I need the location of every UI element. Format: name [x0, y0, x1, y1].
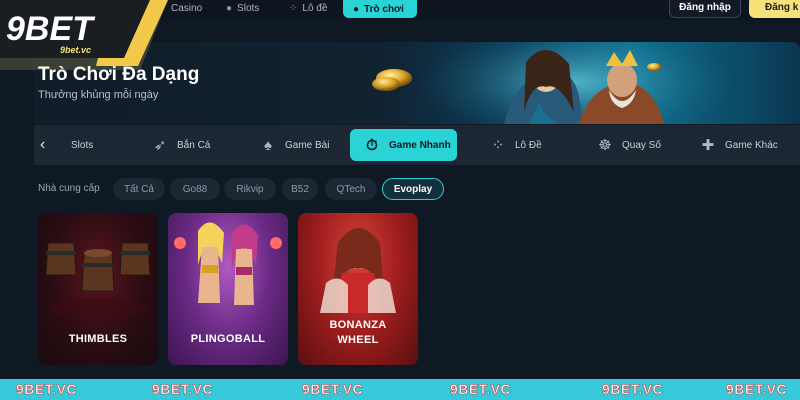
category-lode[interactable]: ⁘ Lô Đề: [488, 125, 542, 165]
provider-chip-rikvip[interactable]: Rikvip: [224, 178, 276, 200]
game-card-plingoball[interactable]: PLINGOBALL: [168, 213, 288, 365]
page-subtitle: Thưởng khủng mỗi ngày: [38, 89, 159, 101]
chevron-left-icon: ‹: [40, 136, 46, 153]
game-icon: ●: [353, 3, 360, 15]
watermark-text: 9BET.VC: [602, 381, 664, 398]
lottery-icon: ⁘: [289, 2, 298, 14]
watermark-text: 9BET.VC: [726, 381, 788, 398]
game-title-bonanza: BONANZA: [329, 319, 387, 331]
game-title-wheel: WHEEL: [337, 334, 379, 346]
nav-lode[interactable]: ⁘ Lô đề: [289, 0, 327, 16]
slots-icon: ●: [226, 2, 233, 14]
watermark-text: 9BET.VC: [450, 381, 512, 398]
provider-chip-go88[interactable]: Go88: [170, 178, 220, 200]
category-banca-label: Bắn Cá: [177, 139, 211, 151]
nav-trochoi-label: Trò chơi: [364, 3, 404, 15]
category-prev-button[interactable]: ‹: [40, 125, 45, 165]
game-card-bonanza-wheel[interactable]: BONANZA WHEEL: [298, 213, 418, 365]
watermark-text: 9BET.VC: [152, 381, 214, 398]
coin-icon: [647, 63, 661, 71]
wheel-icon: ☸: [598, 137, 612, 154]
nav-slots[interactable]: ● Slots: [226, 0, 259, 16]
logo-subtext: 9bet.vc: [60, 45, 91, 55]
logo[interactable]: 9BET 9bet.vc: [0, 0, 168, 70]
fish-icon: ➶: [153, 137, 167, 154]
category-gamekhac[interactable]: ✚ Game Khác: [698, 125, 778, 165]
provider-chip-all[interactable]: Tất Cả: [113, 178, 165, 200]
provider-chip-qtech[interactable]: QTech: [325, 178, 377, 200]
provider-chip-evoplay[interactable]: Evoplay: [382, 178, 444, 200]
category-gamenhanh[interactable]: ⏱ Game Nhanh: [350, 129, 457, 161]
game-title-thimbles: THIMBLES: [68, 333, 128, 345]
nav-casino-label: Casino: [171, 2, 203, 14]
stopwatch-icon: ⏱: [366, 136, 378, 154]
category-quayso-label: Quay Số: [622, 139, 661, 151]
category-gamebai[interactable]: ♠ Game Bài: [258, 125, 329, 165]
nav-lode-label: Lô đề: [302, 2, 328, 14]
category-slots-label: Slots: [71, 139, 94, 151]
login-button[interactable]: Đăng nhập: [669, 0, 741, 18]
nav-casino[interactable]: Casino: [166, 0, 202, 16]
register-button[interactable]: Đăng k: [749, 0, 800, 18]
category-gamebai-label: Game Bài: [285, 139, 330, 151]
category-lode-label: Lô Đề: [515, 139, 542, 151]
category-gamekhac-label: Game Khác: [725, 139, 778, 151]
watermark-strip: 9BET.VC 9BET.VC 9BET.VC 9BET.VC 9BET.VC …: [0, 379, 800, 400]
logo-text: 9BET: [6, 10, 96, 48]
category-gamenhanh-label: Game Nhanh: [389, 139, 451, 151]
coin-icon: [372, 77, 400, 91]
watermark-text: 9BET.VC: [302, 381, 364, 398]
provider-label: Nhà cung cấp: [38, 183, 100, 194]
nav-trochoi[interactable]: ● Trò chơi: [343, 0, 417, 18]
watermark-text: 9BET.VC: [16, 381, 78, 398]
provider-chip-b52[interactable]: B52: [282, 178, 318, 200]
category-slots[interactable]: Slots: [71, 125, 93, 165]
category-banca[interactable]: ➶ Bắn Cá: [150, 125, 211, 165]
category-quayso[interactable]: ☸ Quay Số: [595, 125, 661, 165]
brand-logo: 9BET 9bet.vc: [0, 0, 168, 70]
lottery-balls-icon: ⁘: [491, 137, 505, 154]
game-title-plingoball: PLINGOBALL: [190, 333, 266, 345]
cards-icon: ♠: [264, 136, 272, 154]
puzzle-icon: ✚: [701, 137, 715, 154]
game-card-thimbles[interactable]: THIMBLES: [38, 213, 158, 365]
nav-slots-label: Slots: [237, 2, 260, 14]
